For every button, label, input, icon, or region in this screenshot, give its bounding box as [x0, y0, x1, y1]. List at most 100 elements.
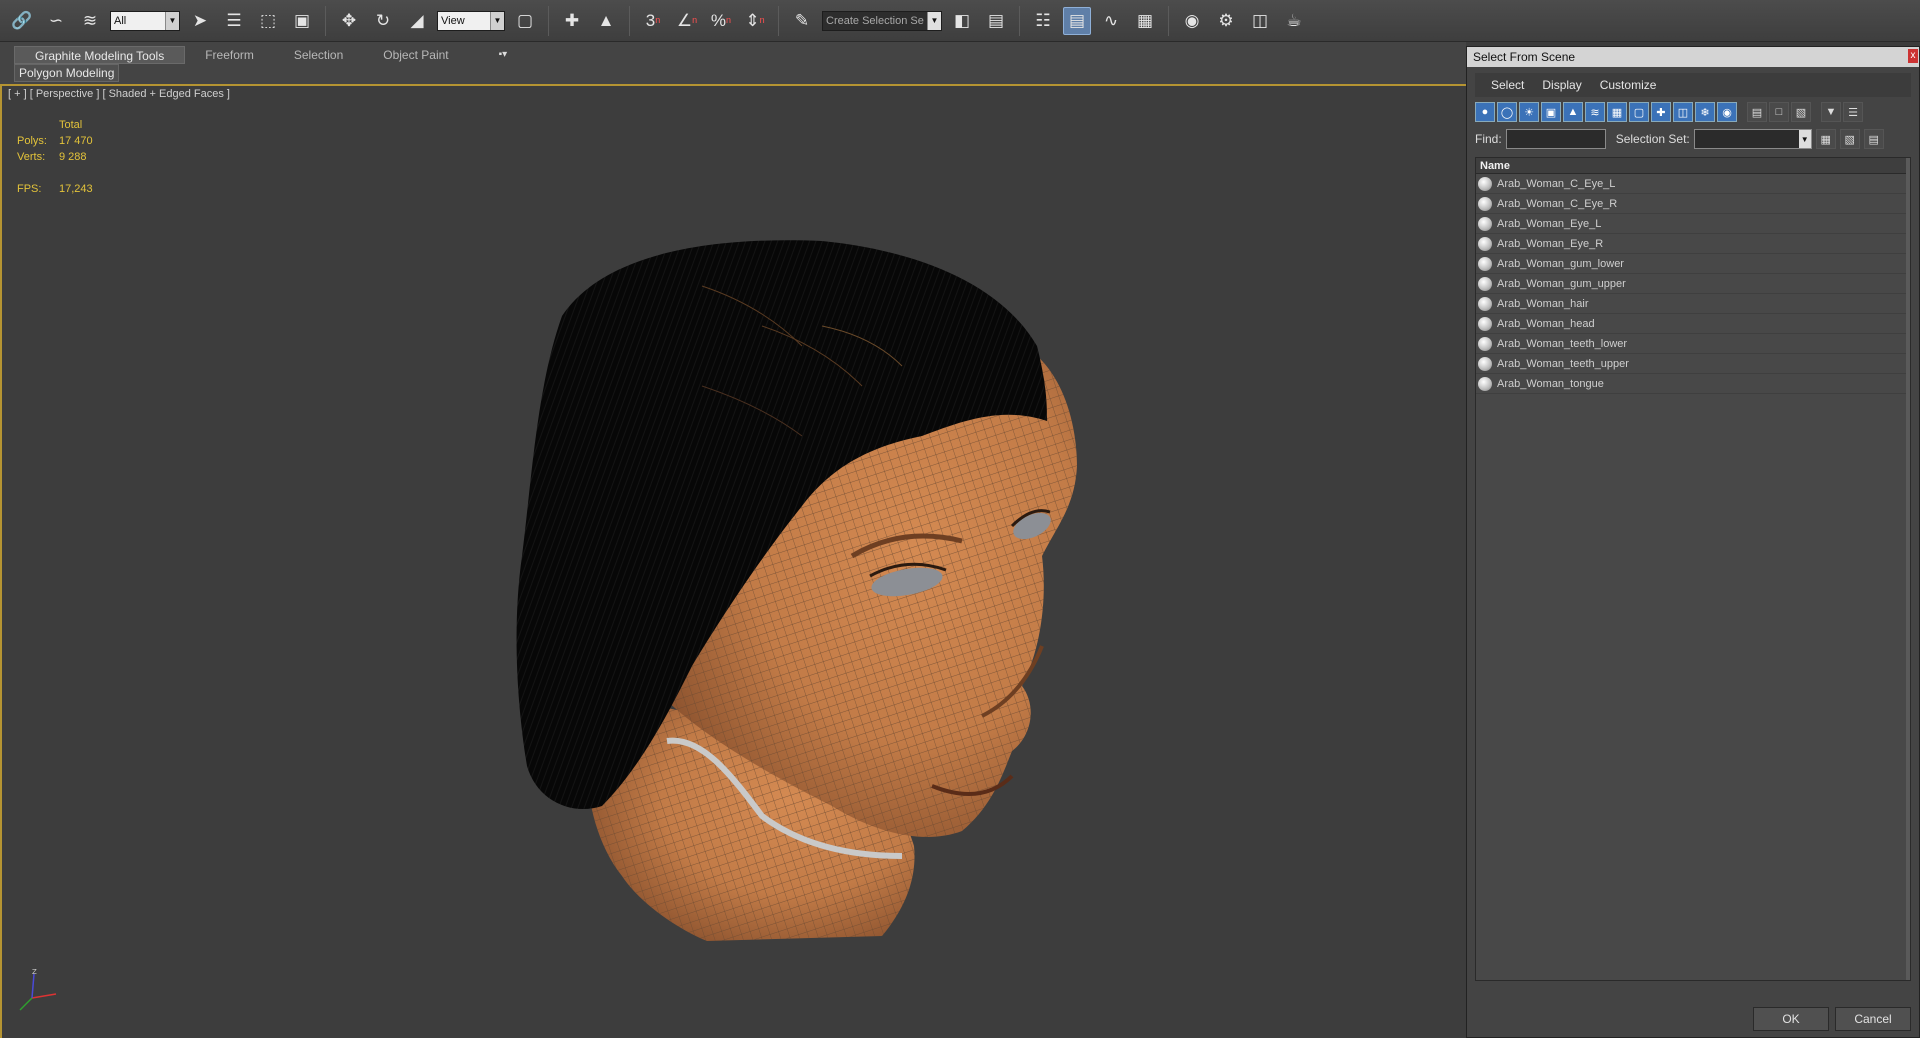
reference-coord-dropdown[interactable]: View ▼ [437, 10, 505, 31]
polys-value: 17 470 [59, 135, 93, 147]
rendered-frame-icon[interactable]: ◫ [1246, 7, 1274, 35]
verts-value: 9 288 [59, 151, 87, 163]
percent-snap-icon[interactable]: % n [707, 7, 735, 35]
display-helpers-icon[interactable]: ▲ [1563, 102, 1583, 122]
list-item[interactable]: Arab_Woman_head [1476, 314, 1910, 334]
list-item-label: Arab_Woman_gum_lower [1497, 257, 1624, 270]
bind-spacewarp-icon[interactable]: ≋ [76, 7, 104, 35]
select-invert-icon[interactable]: ▧ [1791, 102, 1811, 122]
pivot-icon[interactable]: ▢ [511, 7, 539, 35]
display-xrefs-icon[interactable]: ▢ [1629, 102, 1649, 122]
spinner-snap-icon[interactable]: ⇕ n [741, 7, 769, 35]
display-lights-icon[interactable]: ☀ [1519, 102, 1539, 122]
keyboard-shortcut-icon[interactable]: ▲ [592, 7, 620, 35]
list-scrollbar[interactable] [1906, 158, 1910, 980]
menu-display[interactable]: Display [1542, 78, 1581, 92]
toolbar-separator [778, 5, 779, 36]
selection-set-dropdown[interactable]: ▼ [1693, 129, 1812, 149]
display-geometry-icon[interactable]: ● [1475, 102, 1495, 122]
display-shapes-icon[interactable]: ◯ [1497, 102, 1517, 122]
cancel-button[interactable]: Cancel [1835, 1007, 1911, 1031]
menu-select[interactable]: Select [1491, 78, 1524, 92]
filter-options-icon[interactable]: ☰ [1843, 102, 1863, 122]
display-hidden-icon[interactable]: ◉ [1717, 102, 1737, 122]
move-icon[interactable]: ✥ [335, 7, 363, 35]
list-item[interactable]: Arab_Woman_teeth_lower [1476, 334, 1910, 354]
list-item[interactable]: Arab_Woman_Eye_R [1476, 234, 1910, 254]
display-containers-icon[interactable]: ◫ [1673, 102, 1693, 122]
rotate-icon[interactable]: ↻ [369, 7, 397, 35]
tab-freeform[interactable]: Freeform [185, 46, 274, 64]
list-item[interactable]: Arab_Woman_C_Eye_L [1476, 174, 1910, 194]
display-frozen-icon[interactable]: ❄ [1695, 102, 1715, 122]
layer-manager-icon[interactable]: ☷ [1029, 7, 1057, 35]
angle-snap-icon[interactable]: ∠ n [673, 7, 701, 35]
list-item[interactable]: Arab_Woman_gum_upper [1476, 274, 1910, 294]
edit-named-sets-icon[interactable]: ✎ [788, 7, 816, 35]
ok-button[interactable]: OK [1753, 1007, 1829, 1031]
geometry-object-icon [1478, 196, 1492, 211]
curve-editor-icon[interactable]: ∿ [1097, 7, 1125, 35]
dialog-title-bar[interactable]: Select From Scene x [1467, 47, 1919, 67]
display-bones-icon[interactable]: ✚ [1651, 102, 1671, 122]
named-selection-value: Create Selection Se [826, 14, 924, 27]
window-crossing-icon[interactable]: ▣ [288, 7, 316, 35]
tab-graphite-modeling-tools[interactable]: Graphite Modeling Tools [14, 46, 186, 64]
toolbar-separator [548, 5, 549, 36]
select-none-icon[interactable]: □ [1769, 102, 1789, 122]
geometry-object-icon [1478, 356, 1492, 371]
scale-icon[interactable]: ◢ [403, 7, 431, 35]
rect-region-icon[interactable]: ⬚ [254, 7, 282, 35]
named-selection-dropdown[interactable]: Create Selection Se ▼ [822, 10, 942, 31]
ribbon-tabs: Graphite Modeling Tools Freeform Selecti… [14, 46, 507, 64]
geometry-object-icon [1478, 256, 1492, 271]
link-icon[interactable]: 🔗 [8, 7, 36, 35]
column-header-name[interactable]: Name [1476, 158, 1910, 174]
list-item[interactable]: Arab_Woman_gum_lower [1476, 254, 1910, 274]
perspective-viewport[interactable]: [ + ] [ Perspective ] [ Shaded + Edged F… [0, 86, 1466, 1038]
geometry-object-icon [1478, 236, 1492, 251]
schematic-view-icon[interactable]: ▦ [1131, 7, 1159, 35]
align-icon[interactable]: ▤ [982, 7, 1010, 35]
render-setup-icon[interactable]: ⚙ [1212, 7, 1240, 35]
filter-icon[interactable]: ▼ [1821, 102, 1841, 122]
mirror-icon[interactable]: ◧ [948, 7, 976, 35]
chevron-down-icon: ▼ [927, 11, 941, 30]
tab-selection[interactable]: Selection [274, 46, 363, 64]
list-item[interactable]: Arab_Woman_hair [1476, 294, 1910, 314]
display-spacewarps-icon[interactable]: ≋ [1585, 102, 1605, 122]
selection-filter-dropdown[interactable]: All ▼ [110, 10, 180, 31]
list-item-label: Arab_Woman_gum_upper [1497, 277, 1626, 290]
display-groups-icon[interactable]: ▦ [1607, 102, 1627, 122]
select-all-icon[interactable]: ▤ [1747, 102, 1767, 122]
close-icon[interactable]: x [1908, 49, 1918, 63]
menu-customize[interactable]: Customize [1600, 78, 1657, 92]
dialog-menu-bar: Select Display Customize [1475, 73, 1911, 97]
display-cameras-icon[interactable]: ▣ [1541, 102, 1561, 122]
find-input[interactable] [1505, 129, 1606, 149]
create-set-icon[interactable]: ▦ [1815, 129, 1836, 149]
ribbon-panel-polygon-modeling[interactable]: Polygon Modeling [14, 64, 120, 82]
select-object-icon[interactable]: ➤ [186, 7, 214, 35]
geometry-object-icon [1478, 216, 1492, 231]
scene-explorer-icon[interactable]: ▤ [1063, 6, 1091, 35]
snap-toggle-icon[interactable]: 3n [639, 7, 667, 35]
material-editor-icon[interactable]: ◉ [1178, 7, 1206, 35]
geometry-object-icon [1478, 336, 1492, 351]
ribbon-options-button[interactable]: ▪▾ [499, 46, 508, 64]
list-item-label: Arab_Woman_hair [1497, 297, 1589, 310]
viewport-label[interactable]: [ + ] [ Perspective ] [ Shaded + Edged F… [8, 88, 230, 100]
remove-set-icon[interactable]: ▧ [1839, 129, 1860, 149]
scene-object-list[interactable]: Name Arab_Woman_C_Eye_L Arab_Woman_C_Eye_… [1475, 157, 1911, 981]
select-by-name-icon[interactable]: ☰ [220, 7, 248, 35]
list-item[interactable]: Arab_Woman_C_Eye_R [1476, 194, 1910, 214]
list-item[interactable]: Arab_Woman_Eye_L [1476, 214, 1910, 234]
add-to-set-icon[interactable]: ▤ [1863, 129, 1884, 149]
select-manipulate-icon[interactable]: ✚ [558, 7, 586, 35]
list-item[interactable]: Arab_Woman_teeth_upper [1476, 354, 1910, 374]
list-item[interactable]: Arab_Woman_tongue [1476, 374, 1910, 394]
tab-object-paint[interactable]: Object Paint [363, 46, 468, 64]
unlink-icon[interactable]: ∽ [42, 7, 70, 35]
render-icon[interactable]: ☕ [1280, 7, 1308, 35]
geometry-object-icon [1478, 316, 1492, 331]
